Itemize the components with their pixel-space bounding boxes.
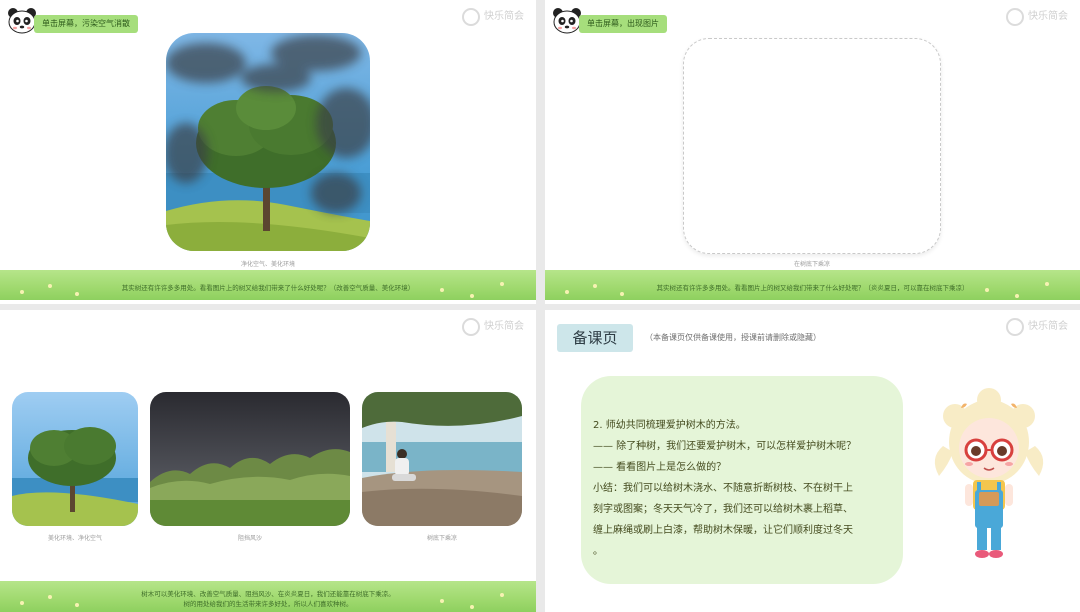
watermark-text: 快乐简会 [1028, 11, 1068, 22]
slide-4[interactable]: 快乐简会 备课页 （本备课页仅供备课使用，授课前请删除或隐藏） 2. 师幼共同梳… [545, 310, 1080, 612]
grass-footer: 树木可以美化环境、改善空气质量、阻挡风沙、在炎炎夏日，我们还能靠在树底下乘凉。 … [0, 581, 536, 612]
slide-1[interactable]: 单击屏幕，污染空气消散 快乐简会 净化空气、美化环境 其实树还有许许多多用处。看… [0, 0, 536, 304]
prep-page-title: 备课页 [557, 324, 633, 352]
prep-page-note: （本备课页仅供备课使用，授课前请删除或隐藏） [645, 333, 821, 342]
photo-caption-1: 美化环境、净化空气 [47, 535, 102, 542]
note-line-3: —— 看看图片上是怎么做的？ [593, 462, 727, 473]
watermark-text: 快乐简会 [484, 321, 524, 332]
shade-photo[interactable] [362, 392, 522, 526]
watermark-text: 快乐简会 [484, 11, 524, 22]
windbreak-photo[interactable] [150, 392, 350, 526]
slide-3[interactable]: 快乐简会 美化环境、净化空气 阻挡风沙 树底下乘凉 树木可以美化环境、改善空气质… [0, 310, 536, 612]
photo-caption: 在树底下乘凉 [793, 261, 830, 268]
watermark-logo-icon [1006, 8, 1024, 26]
watermark: 快乐简会 [462, 8, 524, 26]
footer-text: 其实树还有许许多多用处。看看图片上的树又给我们带来了什么好处呢？（炎炎夏日，可以… [656, 284, 969, 292]
watermark: 快乐简会 [1006, 318, 1068, 336]
footer-text-2: 树的用处给我们的生活带来许多好处，所以人们喜欢种树。 [183, 600, 353, 608]
grass-footer: 其实树还有许许多多用处。看看图片上的树又给我们带来了什么好处呢？（改善空气质量、… [0, 270, 536, 300]
lesson-notes-bubble: 2. 师幼共同梳理爱护树木的方法。 —— 除了种树，我们还要爱护树木，可以怎样爱… [581, 376, 903, 584]
note-line-7: 。 [593, 546, 603, 557]
instruction-tag: 单击屏幕，污染空气消散 [34, 15, 138, 33]
note-line-2: —— 除了种树，我们还要爱护树木，可以怎样爱护树木呢？ [593, 441, 857, 452]
footer-text-1: 树木可以美化环境、改善空气质量、阻挡风沙、在炎炎夏日，我们还能靠在树底下乘凉。 [141, 590, 395, 598]
watermark: 快乐简会 [1006, 8, 1068, 26]
note-line-5: 刻字或图案；冬天天气冷了，我们还可以给树木裹上稻草、 [593, 504, 853, 515]
note-line-1: 2. 师幼共同梳理爱护树木的方法。 [593, 420, 746, 431]
watermark-logo-icon [462, 8, 480, 26]
note-line-6: 缠上麻绳或刷上白漆，帮助树木保暖，让它们顺利度过冬天 [593, 525, 853, 536]
slide-2[interactable]: 单击屏幕，出现图片 快乐简会 在树底下乘凉 其实树还有许许多多用处。看看图片上的… [545, 0, 1080, 304]
watermark-logo-icon [1006, 318, 1024, 336]
photo-caption: 净化空气、美化环境 [240, 261, 295, 268]
cartoon-girl-illustration [934, 388, 1044, 558]
photo-caption-2: 阻挡风沙 [237, 535, 262, 542]
image-placeholder-frame[interactable] [683, 38, 941, 254]
watermark: 快乐简会 [462, 318, 524, 336]
instruction-tag: 单击屏幕，出现图片 [579, 15, 667, 33]
photo-caption-3: 树底下乘凉 [426, 535, 457, 542]
tree-polluted-photo[interactable] [166, 33, 370, 251]
tree-photo[interactable] [12, 392, 138, 526]
grass-footer: 其实树还有许许多多用处。看看图片上的树又给我们带来了什么好处呢？（炎炎夏日，可以… [545, 270, 1080, 300]
watermark-logo-icon [462, 318, 480, 336]
watermark-text: 快乐简会 [1028, 321, 1068, 332]
footer-text: 其实树还有许许多多用处。看看图片上的树又给我们带来了什么好处呢？（改善空气质量、… [121, 284, 415, 292]
note-line-4: 小结：我们可以给树木浇水、不随意折断树枝、不在树干上 [593, 483, 853, 494]
